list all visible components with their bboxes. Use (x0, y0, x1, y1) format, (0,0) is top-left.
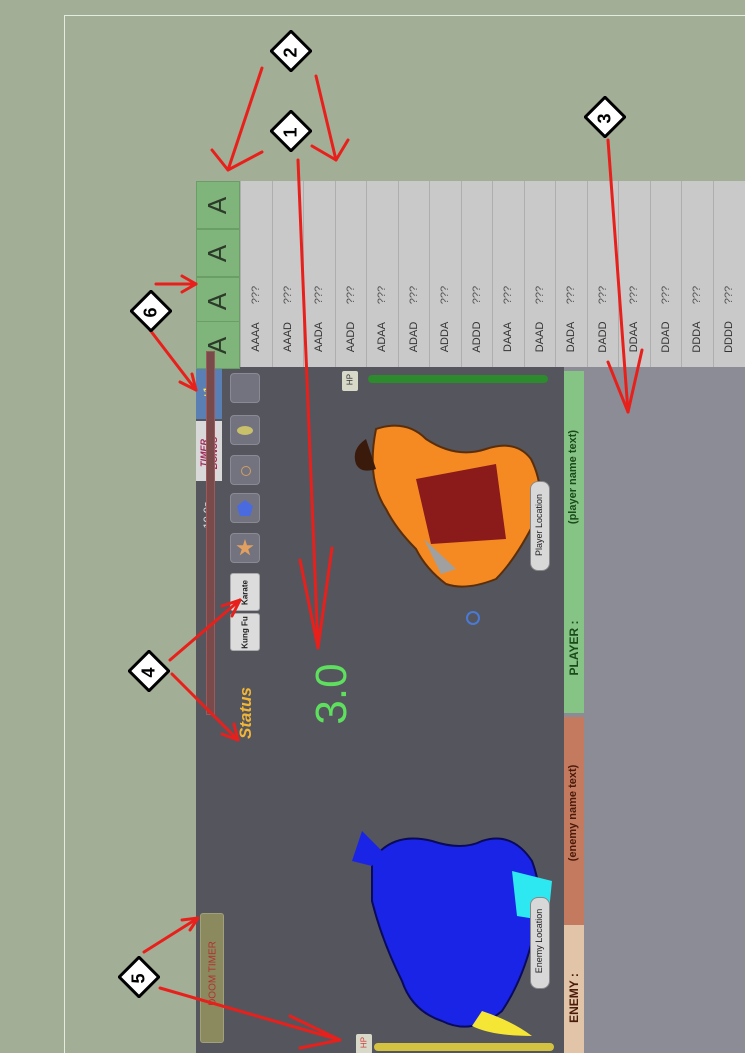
marker-2: 2 (269, 29, 313, 73)
marker-4: 4 (127, 649, 171, 693)
marker-1: 1 (269, 109, 313, 153)
annotation-overlay (142, 66, 644, 1050)
marker-1-arrow (296, 158, 320, 650)
marker-4-arrow (168, 598, 242, 662)
marker-3: 3 (583, 95, 627, 139)
marker-5: 5 (117, 955, 161, 999)
marker-6: 6 (129, 289, 173, 333)
marker-5-arrow (142, 916, 200, 954)
marker-4-arrow (170, 672, 240, 742)
marker-6-arrow (148, 328, 198, 392)
marker-5-arrow (158, 986, 342, 1042)
marker-2-arrow (314, 74, 338, 162)
